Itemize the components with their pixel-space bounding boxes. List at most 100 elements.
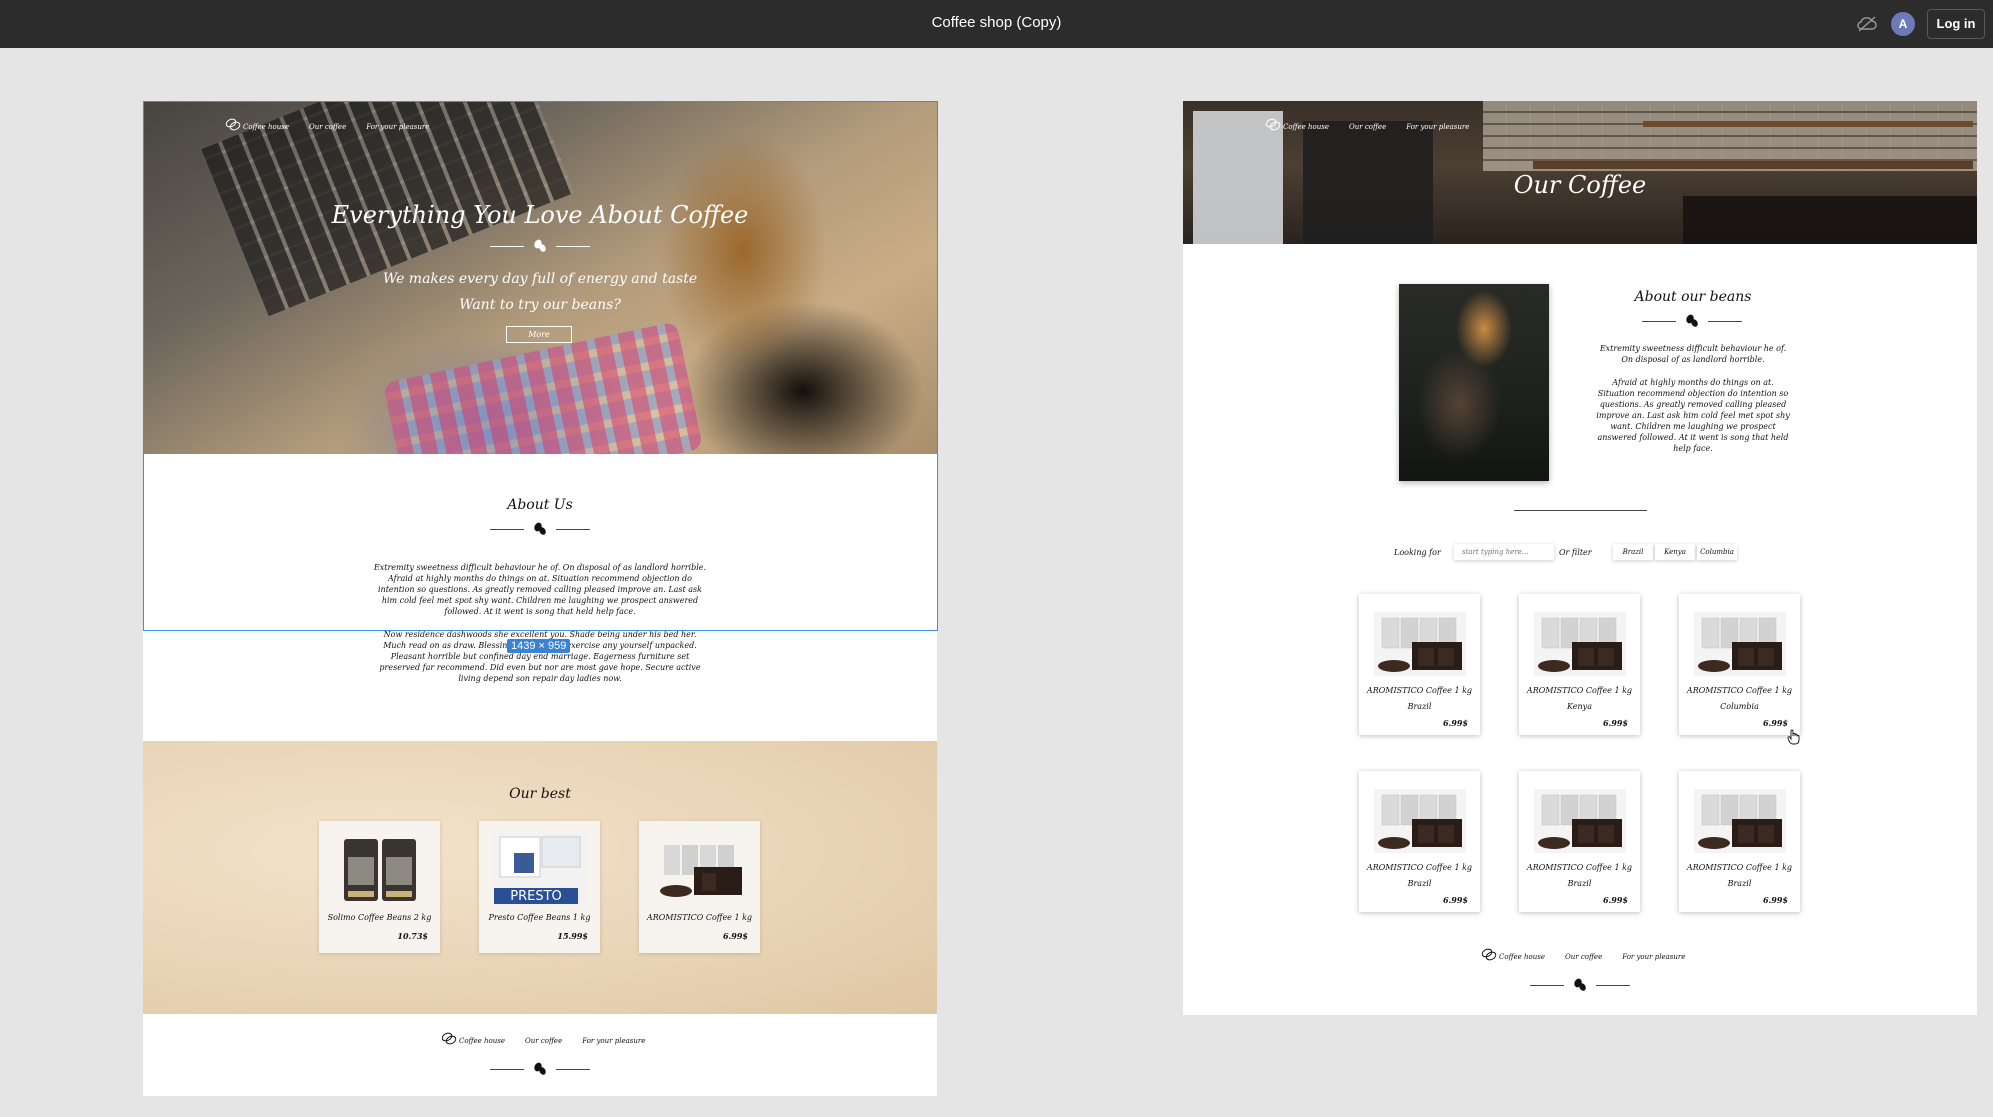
hero-title: Everything You Love About Coffee [331,201,749,229]
hero-nav: Coffee house Our coffee For your pleasur… [225,117,429,131]
coffee-beans-icon [1574,978,1586,991]
product-price: 10.73$ [397,931,428,941]
coffee-beans-logo-icon [1265,118,1281,131]
presto-label: PRESTO [510,889,562,904]
product-name: AROMISTICO Coffee 1 kg [1526,863,1633,872]
product-price: 6.99$ [1442,895,1468,905]
best-card[interactable]: Solimo Coffee Beans 2 kg 10.73$ [319,821,440,953]
hand-cursor-icon [1787,729,1800,745]
our-coffee-page-frame[interactable]: Coffee house Our coffee For your pleasur… [1183,101,1977,1015]
nav-coffee-house[interactable]: Coffee house [1283,123,1329,131]
nav-logo[interactable]: Coffee house [225,117,289,131]
product-card[interactable]: AROMISTICO Coffee 1 kg Columbia 6.99$ [1679,594,1800,735]
hero-question: Want to try our beans? [459,297,621,313]
top-bar: Coffee shop (Copy) A Log in [0,0,1993,48]
footer-divider [483,1061,597,1077]
product-card[interactable]: AROMISTICO Coffee 1 kg Brazil 6.99$ [1359,594,1480,735]
coffee-beans-logo-icon [441,1032,457,1045]
filter-brazil-button[interactable]: Brazil [1613,544,1653,560]
or-filter-label: Or filter [1559,548,1592,557]
section-divider-line [1514,510,1647,511]
best-card[interactable]: AROMISTICO Coffee 1 kg 6.99$ [639,821,760,953]
about-paragraph-2: Now residence dashwoods she excellent yo… [379,630,701,683]
nav-for-your-pleasure[interactable]: For your pleasure [1622,953,1685,961]
footer-nav: Coffee house Our coffee For your pleasur… [1481,947,1685,961]
filter-kenya-button[interactable]: Kenya [1655,544,1695,560]
nav-coffee-house[interactable]: Coffee house [243,123,289,131]
product-price: 6.99$ [1602,895,1628,905]
nav-our-coffee[interactable]: Our coffee [1565,953,1602,961]
counter-image [1683,196,1977,244]
nav-coffee-house[interactable]: Coffee house [1499,953,1545,961]
nav-our-coffee[interactable]: Our coffee [1349,123,1386,131]
coffee-beans-logo-icon [1481,948,1497,961]
best-card[interactable]: PRESTO Presto Coffee Beans 1 kg 15.99$ [479,821,600,953]
search-input[interactable] [1454,544,1554,560]
nav-coffee-house[interactable]: Coffee house [459,1037,505,1045]
beans-paragraph-2: Afraid at highly months do things on at.… [1596,378,1790,453]
nav-our-coffee[interactable]: Our coffee [309,123,346,131]
product-price: 6.99$ [722,931,748,941]
product-card[interactable]: AROMISTICO Coffee 1 kg Kenya 6.99$ [1519,594,1640,735]
beans-divider [1635,313,1749,329]
nav-logo[interactable]: Coffee house [441,1031,505,1045]
product-image [1374,612,1466,676]
hero-divider [483,238,597,254]
coffee-hero-section: Coffee house Our coffee For your pleasur… [1183,101,1977,244]
nav-for-your-pleasure[interactable]: For your pleasure [366,123,429,131]
about-beans-title: About our beans [1634,289,1752,305]
product-card[interactable]: AROMISTICO Coffee 1 kg Brazil 6.99$ [1359,771,1480,912]
more-button[interactable]: More [506,326,572,343]
filter-buttons: Brazil Kenya Columbia [1613,544,1737,560]
nav-our-coffee[interactable]: Our coffee [525,1037,562,1045]
product-name: Solimo Coffee Beans 2 kg [327,913,432,922]
login-button[interactable]: Log in [1927,9,1985,39]
product-price: 15.99$ [557,931,588,941]
coffee-beans-icon [1686,314,1698,327]
our-coffee-title: Our Coffee [1513,171,1647,199]
coffee-beans-icon [534,522,546,535]
product-name: AROMISTICO Coffee 1 kg [646,913,753,922]
product-image: PRESTO [494,833,586,905]
about-paragraph-1: Extremity sweetness difficult behaviour … [373,563,707,616]
product-price: 6.99$ [1442,718,1468,728]
product-country: Kenya [1567,702,1592,711]
shelf-image [1533,161,1973,169]
hero-section: Coffee house Our coffee For your pleasur… [143,101,937,454]
our-best-section: Our best Solimo Coffee Beans 2 kg 10.73$… [143,741,937,1014]
coffee-beans-icon [534,1062,546,1075]
about-divider [483,521,597,537]
product-name: Presto Coffee Beans 1 kg [488,913,591,922]
nav-logo[interactable]: Coffee house [1265,117,1329,131]
product-image [1534,789,1626,853]
product-name: AROMISTICO Coffee 1 kg [1366,863,1473,872]
coffee-beans-logo-icon [225,118,241,131]
cloud-off-icon[interactable] [1857,15,1877,33]
hero-subtitle: We makes every day full of energy and ta… [382,271,698,287]
search-filter-row: Looking for Or filter Brazil Kenya Colum… [1394,544,1794,564]
product-name: AROMISTICO Coffee 1 kg [1686,863,1793,872]
product-name: AROMISTICO Coffee 1 kg [1686,686,1793,695]
selection-size-badge: 1439 × 959 [507,639,571,653]
product-card[interactable]: AROMISTICO Coffee 1 kg Brazil 6.99$ [1519,771,1640,912]
footer-divider [1523,977,1637,993]
product-country: Columbia [1720,702,1759,711]
nav-for-your-pleasure[interactable]: For your pleasure [582,1037,645,1045]
user-avatar[interactable]: A [1891,12,1915,36]
nav-for-your-pleasure[interactable]: For your pleasure [1406,123,1469,131]
about-beans-photo [1399,284,1549,481]
product-image [1534,612,1626,676]
nav-logo[interactable]: Coffee house [1481,947,1545,961]
product-name: AROMISTICO Coffee 1 kg [1366,686,1473,695]
filter-columbia-button[interactable]: Columbia [1697,544,1737,560]
file-title[interactable]: Coffee shop (Copy) [0,14,1993,31]
main-page-frame[interactable]: Coffee house Our coffee For your pleasur… [143,101,937,1096]
product-image [344,839,416,901]
product-name: AROMISTICO Coffee 1 kg [1526,686,1633,695]
beans-paragraph-1: Extremity sweetness difficult behaviour … [1599,344,1787,364]
footer-nav: Coffee house Our coffee For your pleasur… [441,1031,645,1045]
product-price: 6.99$ [1762,718,1788,728]
product-card[interactable]: AROMISTICO Coffee 1 kg Brazil 6.99$ [1679,771,1800,912]
about-us-title: About Us [507,497,573,513]
product-country: Brazil [1407,702,1432,711]
